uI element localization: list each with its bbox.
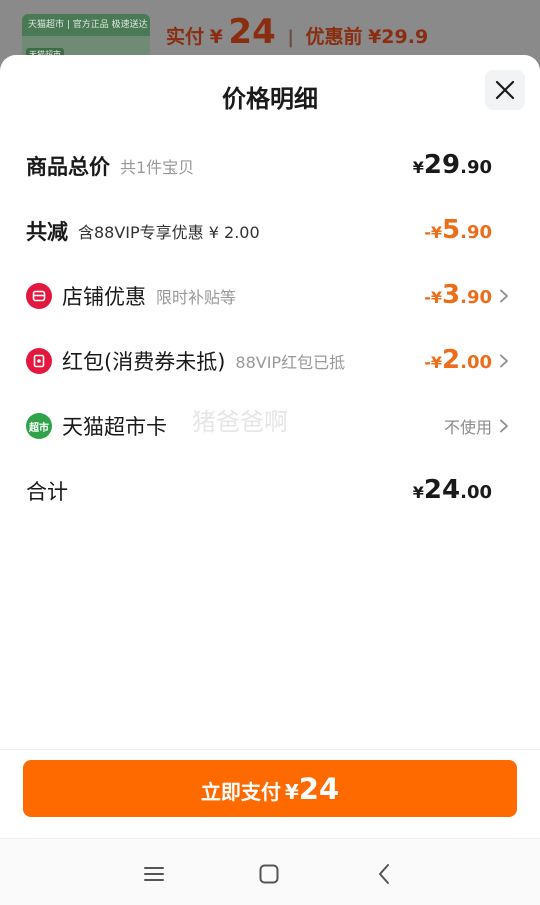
pay-now-button[interactable]: 立即支付 ¥ 24 [23,760,517,817]
chevron-right-icon [500,354,508,368]
home-button[interactable] [254,859,284,889]
item-total-label: 商品总价 [26,155,110,179]
row-total-reduction: 共减 含88VIP专享优惠 ¥ 2.00 -¥5.90 [26,211,514,251]
pay-button-amount: 24 [298,772,340,806]
supermarket-card-label: 天猫超市卡 [62,415,167,439]
red-envelope-label: 红包(消费券未抵) [62,350,226,374]
price-separator: | [287,27,294,48]
before-discount-amount: ¥29.9 [368,26,429,48]
total-reduction-amount: -¥5.90 [424,215,492,245]
row-red-envelope[interactable]: 红包(消费券未抵) 88VIP红包已抵 -¥2.00 [26,341,514,381]
menu-button[interactable] [139,859,169,889]
supermarket-card-value: 不使用 [443,418,492,437]
total-reduction-label: 共减 [26,220,68,244]
chevron-right-icon [500,419,508,433]
store-discount-note: 限时补贴等 [156,288,237,307]
back-button[interactable] [370,859,400,889]
pay-button-currency: ¥ [284,780,299,804]
row-store-discount[interactable]: 店铺优惠 限时补贴等 -¥3.90 [26,276,514,316]
red-envelope-note: 88VIP红包已抵 [235,353,346,372]
item-total-amount: ¥29.90 [412,150,492,180]
paid-label: 实付 [166,26,205,48]
menu-icon [144,867,164,881]
chevron-right-icon [500,289,508,303]
item-count-text: 共1件宝贝 [120,158,195,177]
system-navigation-bar [0,838,540,905]
back-icon [379,864,389,884]
background-price-summary: 实付 ¥ 24 | 优惠前 ¥29.9 [166,12,428,52]
close-button[interactable] [485,70,525,110]
store-discount-label: 店铺优惠 [62,285,146,309]
watermark: 猪爸爸啊 [192,408,288,436]
price-detail-sheet: 价格明细 商品总价 共1件宝贝 ¥29.90 共减 含88VIP专享优惠 ¥ 2… [0,55,540,905]
close-icon [495,80,515,100]
sheet-title: 价格明细 [222,85,318,113]
grand-total-label: 合计 [26,480,68,504]
before-discount-label: 优惠前 [305,26,363,48]
red-envelope-icon [26,348,52,374]
paid-currency: ¥ [209,26,223,48]
thumbnail-banner-text: 天猫超市 | 官方正品 极速送达 [28,20,148,30]
footer-divider [0,749,540,750]
paid-amount: 24 [228,12,276,52]
row-grand-total: 合计 ¥24.00 [26,471,514,511]
store-icon [26,283,52,309]
store-discount-amount: -¥3.90 [424,280,492,310]
red-envelope-amount: -¥2.00 [424,345,492,375]
vip-discount-note: 含88VIP专享优惠 ¥ 2.00 [78,223,260,242]
home-square-icon [259,864,279,884]
row-item-total: 商品总价 共1件宝贝 ¥29.90 [26,146,514,186]
grand-total-amount: ¥24.00 [412,475,492,505]
supermarket-card-icon: 超市 [26,413,52,439]
pay-button-label: 立即支付 [200,780,281,804]
